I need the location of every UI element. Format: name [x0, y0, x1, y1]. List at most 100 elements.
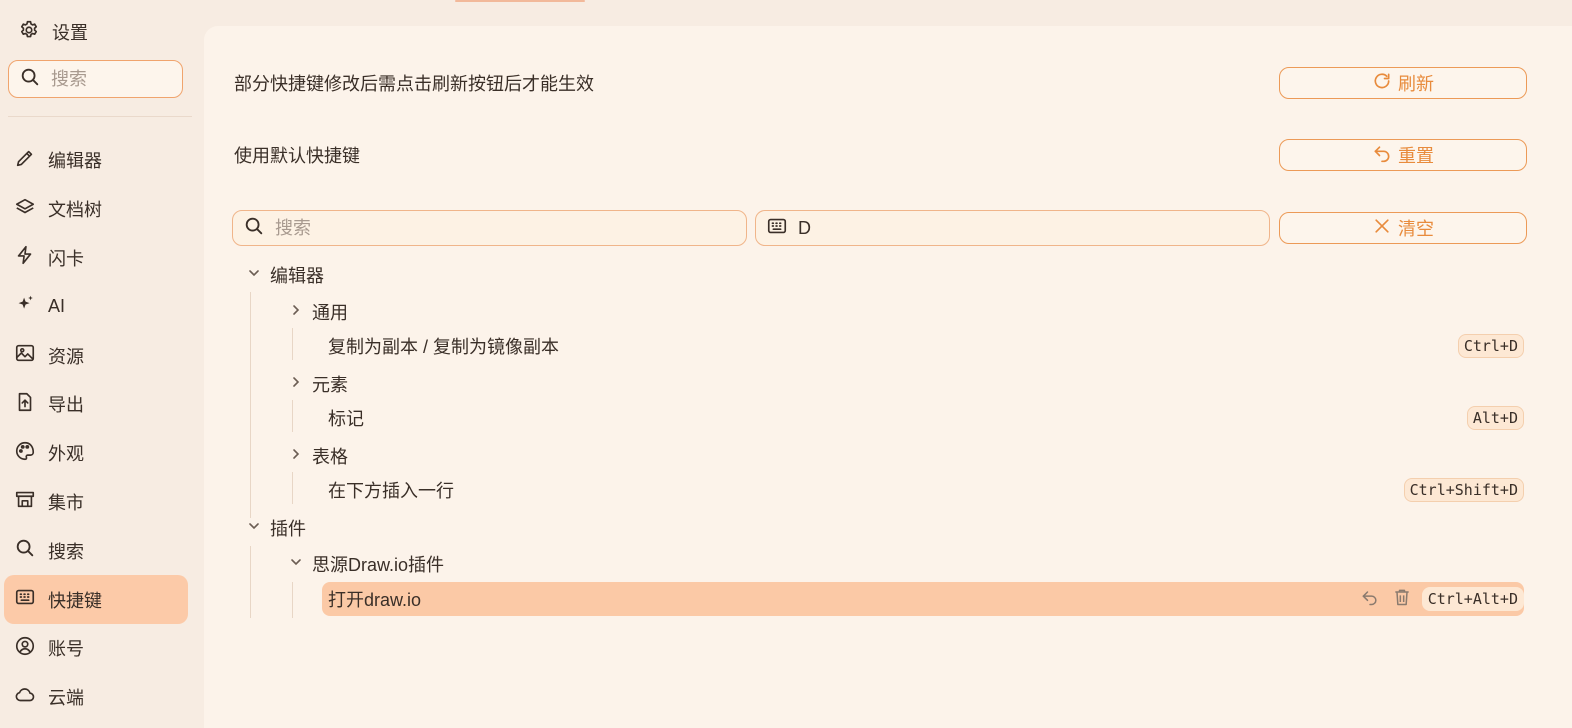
sidebar-item-label: AI — [48, 296, 66, 317]
shortcut-row[interactable]: 在下方插入一行 Ctrl+Shift+D — [322, 473, 1524, 507]
clear-button[interactable]: 清空 — [1279, 212, 1527, 244]
keymap-key-filter[interactable] — [755, 210, 1270, 246]
sidebar-item-label: 导出 — [48, 395, 84, 416]
keyboard-icon — [14, 586, 36, 613]
shortcut-key[interactable]: Ctrl+D — [1457, 334, 1524, 358]
undo-icon — [1372, 143, 1392, 168]
shortcut-actions — [1360, 587, 1412, 612]
tree-group-label: 编辑器 — [270, 266, 324, 286]
cloud-icon — [14, 684, 36, 711]
settings-title-text: 设置 — [52, 23, 88, 43]
image-icon — [14, 342, 36, 369]
shortcut-row[interactable]: 复制为副本 / 复制为镜像副本 Ctrl+D — [322, 329, 1524, 363]
chevron-right-icon — [288, 446, 304, 467]
sidebar-item-editor[interactable]: 编辑器 — [4, 136, 188, 185]
tree-guide-line — [250, 292, 251, 518]
tree-group-editor[interactable]: 编辑器 — [246, 262, 324, 288]
shortcut-row-selected[interactable]: 打开draw.io Ctrl+Alt+D — [322, 582, 1524, 616]
sidebar-item-assets[interactable]: 资源 — [4, 331, 188, 380]
tree-guide-line — [292, 472, 293, 504]
lightning-icon — [14, 244, 36, 271]
sparkle-icon — [14, 293, 36, 320]
sidebar-item-account[interactable]: 账号 — [4, 624, 188, 673]
chevron-down-icon — [246, 265, 262, 286]
search-icon — [14, 537, 36, 564]
sidebar-item-export[interactable]: 导出 — [4, 380, 188, 429]
sidebar-item-label: 云端 — [48, 688, 84, 709]
shortcut-key[interactable]: Ctrl+Shift+D — [1403, 478, 1524, 502]
layers-icon — [14, 196, 36, 223]
palette-icon — [14, 440, 36, 467]
tree-guide-line — [250, 546, 251, 618]
keymap-panel: 部分快捷键修改后需点击刷新按钮后才能生效 刷新 使用默认快捷键 重置 清空 编辑… — [204, 26, 1572, 728]
sidebar-item-keymap[interactable]: 快捷键 — [4, 575, 188, 624]
shortcut-key[interactable]: Ctrl+Alt+D — [1421, 587, 1524, 611]
tree-group-label: 元素 — [312, 375, 348, 395]
tree-group-label: 表格 — [312, 447, 348, 467]
sidebar-search[interactable] — [8, 60, 183, 98]
keymap-search[interactable] — [232, 210, 747, 246]
sidebar-item-search[interactable]: 搜索 — [4, 526, 188, 575]
account-icon — [14, 635, 36, 662]
sidebar-item-label: 集市 — [48, 492, 84, 513]
sidebar-item-label: 资源 — [48, 346, 84, 367]
undo-icon[interactable] — [1360, 587, 1380, 612]
sidebar-item-ai[interactable]: AI — [4, 282, 188, 331]
key-filter-input[interactable] — [798, 217, 1178, 239]
export-icon — [14, 391, 36, 418]
shortcut-label: 复制为副本 / 复制为镜像副本 — [328, 337, 560, 357]
shortcut-label: 在下方插入一行 — [328, 481, 454, 501]
store-icon — [14, 488, 36, 515]
pencil-icon — [14, 147, 36, 174]
sidebar-item-cloud[interactable]: 云端 — [4, 673, 188, 722]
shortcut-label: 打开draw.io — [328, 590, 422, 610]
sidebar-nav: 编辑器 文档树 闪卡 AI 资源 导出 外观 集市 搜索 快捷键 账号 云端 — [4, 136, 188, 722]
search-icon — [19, 66, 41, 93]
close-icon — [1372, 216, 1392, 241]
sidebar-item-doctree[interactable]: 文档树 — [4, 185, 188, 234]
chevron-down-icon — [246, 518, 262, 539]
sidebar-item-label: 搜索 — [48, 541, 84, 562]
sidebar-item-label: 文档树 — [48, 200, 102, 221]
refresh-button[interactable]: 刷新 — [1279, 67, 1527, 99]
tree-guide-line — [292, 328, 293, 360]
trash-icon[interactable] — [1392, 587, 1412, 612]
reset-button-label: 重置 — [1398, 146, 1434, 166]
top-accent-bar — [455, 0, 585, 2]
settings-sidebar: 设置 编辑器 文档树 闪卡 AI 资源 — [0, 0, 200, 728]
chevron-down-icon — [288, 554, 304, 575]
reset-button[interactable]: 重置 — [1279, 139, 1527, 171]
refresh-hint: 部分快捷键修改后需点击刷新按钮后才能生效 — [234, 74, 594, 94]
tree-group-plugins[interactable]: 插件 — [246, 515, 306, 541]
tree-group-general[interactable]: 通用 — [288, 299, 348, 325]
sidebar-item-label: 编辑器 — [48, 151, 102, 172]
chevron-right-icon — [288, 302, 304, 323]
tree-group-label: 插件 — [270, 519, 306, 539]
shortcut-key[interactable]: Alt+D — [1466, 406, 1524, 430]
sidebar-item-label: 闪卡 — [48, 248, 84, 269]
shortcut-row[interactable]: 标记 Alt+D — [322, 401, 1524, 435]
sidebar-divider — [8, 116, 192, 117]
sidebar-item-label: 外观 — [48, 444, 84, 465]
keymap-search-input[interactable] — [275, 217, 655, 239]
tree-group-drawio[interactable]: 思源Draw.io插件 — [288, 551, 444, 577]
shortcut-label: 标记 — [328, 409, 364, 429]
sidebar-item-label: 账号 — [48, 639, 84, 660]
refresh-icon — [1372, 71, 1392, 96]
tree-group-label: 通用 — [312, 303, 348, 323]
settings-title: 设置 — [18, 20, 88, 44]
tree-group-element[interactable]: 元素 — [288, 371, 348, 397]
sidebar-search-input[interactable] — [51, 68, 171, 90]
gear-icon — [18, 19, 40, 46]
clear-button-label: 清空 — [1398, 219, 1434, 239]
sidebar-item-appearance[interactable]: 外观 — [4, 429, 188, 478]
tree-group-table[interactable]: 表格 — [288, 443, 348, 469]
keyboard-icon — [766, 215, 788, 242]
chevron-right-icon — [288, 374, 304, 395]
sidebar-item-flashcard[interactable]: 闪卡 — [4, 234, 188, 283]
tree-group-label: 思源Draw.io插件 — [312, 555, 445, 575]
tree-guide-line — [292, 400, 293, 432]
sidebar-item-bazaar[interactable]: 集市 — [4, 478, 188, 527]
reset-hint: 使用默认快捷键 — [234, 146, 360, 166]
search-icon — [243, 215, 265, 242]
